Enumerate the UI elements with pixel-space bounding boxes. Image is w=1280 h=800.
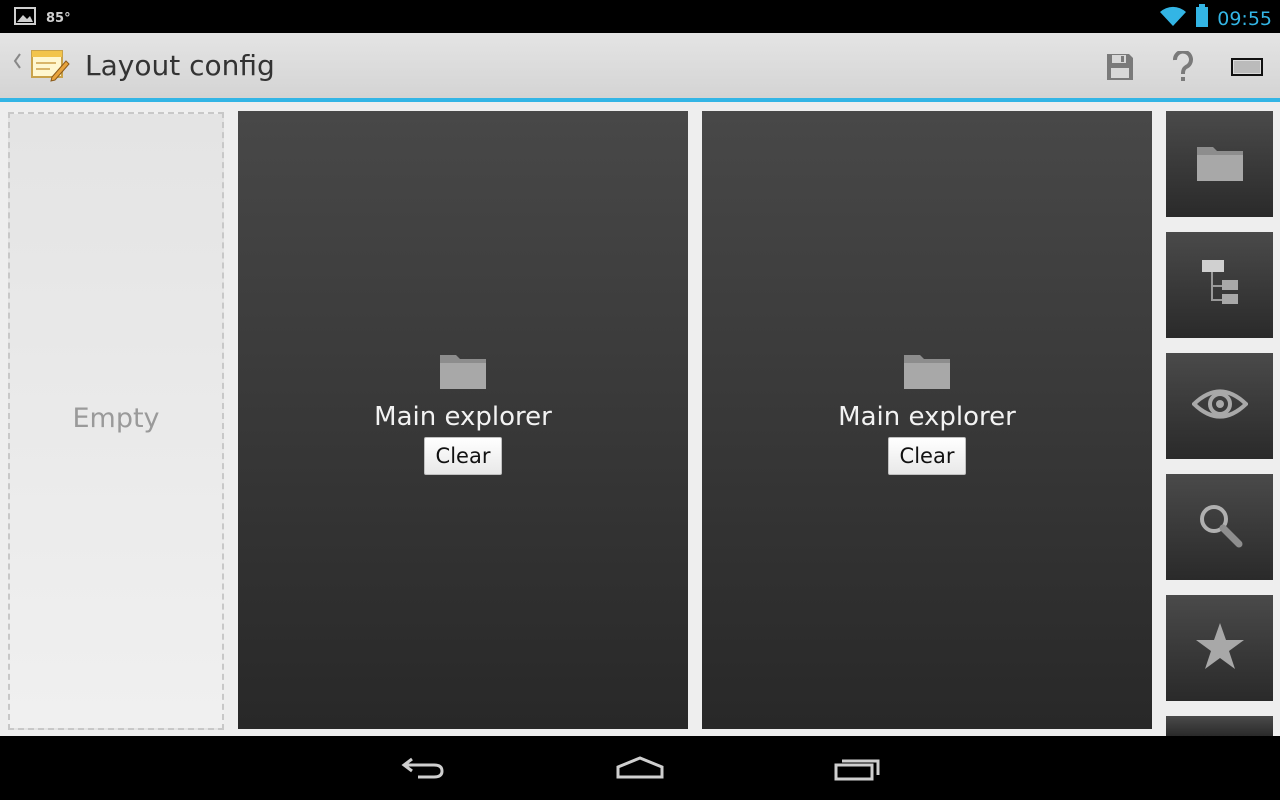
folder-icon [1195, 141, 1245, 188]
empty-layout-slot[interactable]: Empty [8, 112, 224, 730]
layout-toggle-icon[interactable] [1230, 50, 1264, 84]
save-icon[interactable] [1103, 50, 1137, 84]
home-icon[interactable] [610, 750, 670, 786]
search-icon [1195, 500, 1245, 555]
image-notification-icon [14, 7, 36, 30]
back-icon[interactable] [393, 750, 453, 786]
empty-label: Empty [72, 402, 160, 434]
eye-tile[interactable] [1166, 353, 1273, 459]
panel-label: Main explorer [838, 402, 1016, 432]
temperature-text: 85° [46, 11, 71, 26]
more-tile[interactable] [1166, 716, 1273, 736]
wifi-icon [1159, 5, 1187, 32]
clear-button[interactable]: Clear [888, 437, 966, 475]
clear-button[interactable]: Clear [424, 437, 502, 475]
eye-icon [1190, 387, 1249, 426]
folder-tile[interactable] [1166, 111, 1273, 217]
up-caret-icon[interactable] [12, 52, 22, 75]
explorer-panel-2[interactable]: Main explorer Clear [702, 111, 1152, 729]
search-tile[interactable] [1166, 474, 1273, 580]
explorer-panel-1[interactable]: Main explorer Clear [238, 111, 688, 729]
folder-icon [438, 349, 488, 396]
navigation-bar [0, 736, 1280, 800]
help-icon[interactable] [1166, 50, 1200, 84]
tree-tile[interactable] [1166, 232, 1273, 338]
tree-icon [1198, 258, 1242, 313]
page-title: Layout config [85, 49, 275, 82]
panel-label: Main explorer [374, 402, 552, 432]
star-icon [1194, 621, 1246, 676]
action-bar-divider [0, 98, 1280, 102]
folder-icon [902, 349, 952, 396]
clock: 09:55 [1217, 7, 1272, 30]
layout-edit-app-icon[interactable] [30, 47, 70, 88]
battery-icon [1195, 4, 1209, 33]
star-tile[interactable] [1166, 595, 1273, 701]
action-bar: Layout config [0, 33, 1280, 98]
status-bar: 85° 09:55 [0, 0, 1280, 33]
recents-icon[interactable] [828, 750, 888, 786]
